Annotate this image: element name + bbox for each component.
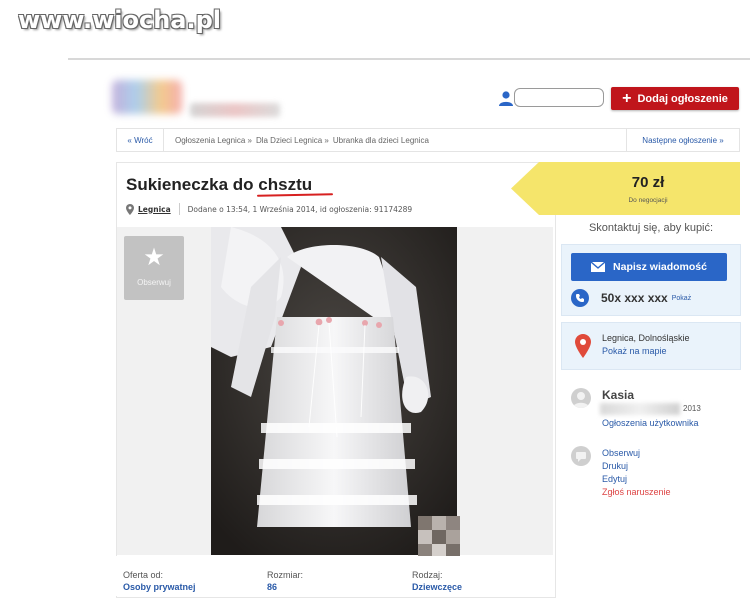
seller-since-year: 2013 xyxy=(683,404,701,413)
site-logo[interactable] xyxy=(112,80,182,114)
phone-row: 50x xxx xxx Pokaż xyxy=(571,289,691,307)
observe-label: Obserwuj xyxy=(137,278,171,287)
site-watermark: www.wiocha.pl xyxy=(18,6,222,34)
action-observe[interactable]: Obserwuj xyxy=(602,447,671,460)
envelope-icon xyxy=(591,262,606,272)
action-report[interactable]: Zgłoś naruszenie xyxy=(602,486,671,499)
send-message-label: Napisz wiadomość xyxy=(613,261,707,273)
pixelated-thumbnail xyxy=(418,516,460,558)
detail-value[interactable]: Dziewczęce xyxy=(412,582,462,592)
seller-since-blurred xyxy=(600,403,680,415)
detail-label: Rodzaj: xyxy=(412,570,443,580)
location-info: Legnica, Dolnośląskie Pokaż na mapie xyxy=(602,332,690,358)
listing-actions: Obserwuj Drukuj Edytuj Zgłoś naruszenie xyxy=(602,447,671,499)
contact-heading: Skontaktuj się, aby kupić: xyxy=(588,222,714,234)
listing-added-info: Dodane o 13:54, 1 Września 2014, id ogło… xyxy=(187,204,413,214)
title-text: Sukieneczka do xyxy=(126,175,259,194)
observe-button[interactable]: ★ Obserwuj xyxy=(124,236,184,300)
listing-location-link[interactable]: Legnica xyxy=(138,205,171,214)
add-listing-label: Dodaj ogłoszenie xyxy=(637,92,728,105)
user-icon[interactable] xyxy=(498,90,514,106)
phone-icon xyxy=(571,289,589,307)
star-icon: ★ xyxy=(143,244,165,271)
logo-subtitle xyxy=(190,103,280,117)
detail-value[interactable]: Osoby prywatnej xyxy=(123,582,196,592)
next-listing-link[interactable]: Następne ogłoszenie » xyxy=(626,129,739,151)
map-pin-icon xyxy=(575,334,591,358)
title-highlight-word: chsztu xyxy=(258,175,313,194)
send-message-button[interactable]: Napisz wiadomość xyxy=(571,253,727,281)
detail-value[interactable]: 86 xyxy=(267,582,303,592)
show-map-link[interactable]: Pokaż na mapie xyxy=(602,345,690,358)
plus-icon: + xyxy=(622,89,632,107)
actions-icon xyxy=(571,446,591,466)
detail-label: Rozmiar: xyxy=(267,570,304,580)
detail-offer: Oferta od: Osoby prywatnej xyxy=(123,570,196,592)
breadcrumb-path: Ogłoszenia Legnica » Dla Dzieci Legnica … xyxy=(175,129,433,151)
action-print[interactable]: Drukuj xyxy=(602,460,671,473)
back-link[interactable]: « Wróć xyxy=(117,129,164,151)
breadcrumb-item[interactable]: Ubranka dla dzieci Legnica xyxy=(333,136,429,145)
add-listing-button[interactable]: + Dodaj ogłoszenie xyxy=(611,87,739,110)
meta-separator xyxy=(178,203,180,215)
price-negotiable: Do negocjacji xyxy=(628,197,668,204)
seller-listings-link[interactable]: Ogłoszenia użytkownika xyxy=(602,418,699,428)
phone-number: 50x xxx xxx xyxy=(601,291,668,305)
seller-avatar xyxy=(571,388,591,408)
header-divider xyxy=(68,58,750,60)
show-phone-link[interactable]: Pokaż xyxy=(672,295,691,302)
listing-details: Oferta od: Osoby prywatnej Rozmiar: 86 R… xyxy=(116,556,554,596)
location-place: Legnica, Dolnośląskie xyxy=(602,333,690,343)
detail-type: Rodzaj: Dziewczęce xyxy=(412,570,462,592)
listing-meta: Legnica Dodane o 13:54, 1 Września 2014,… xyxy=(126,202,412,216)
action-edit[interactable]: Edytuj xyxy=(602,473,671,486)
detail-size: Rozmiar: 86 xyxy=(267,570,303,592)
location-pin-icon xyxy=(126,203,134,215)
seller-name: Kasia xyxy=(602,388,635,402)
detail-label: Oferta od: xyxy=(123,570,164,580)
breadcrumb-item[interactable]: Dla Dzieci Legnica » xyxy=(256,136,329,145)
listing-photo[interactable] xyxy=(211,227,457,555)
breadcrumb-item[interactable]: Ogłoszenia Legnica » xyxy=(175,136,252,145)
listing-title: Sukieneczka do chsztu xyxy=(126,175,312,195)
price-value: 70 zł xyxy=(631,174,665,191)
account-field[interactable] xyxy=(514,88,604,107)
breadcrumb: « Wróć Ogłoszenia Legnica » Dla Dzieci L… xyxy=(116,128,740,152)
